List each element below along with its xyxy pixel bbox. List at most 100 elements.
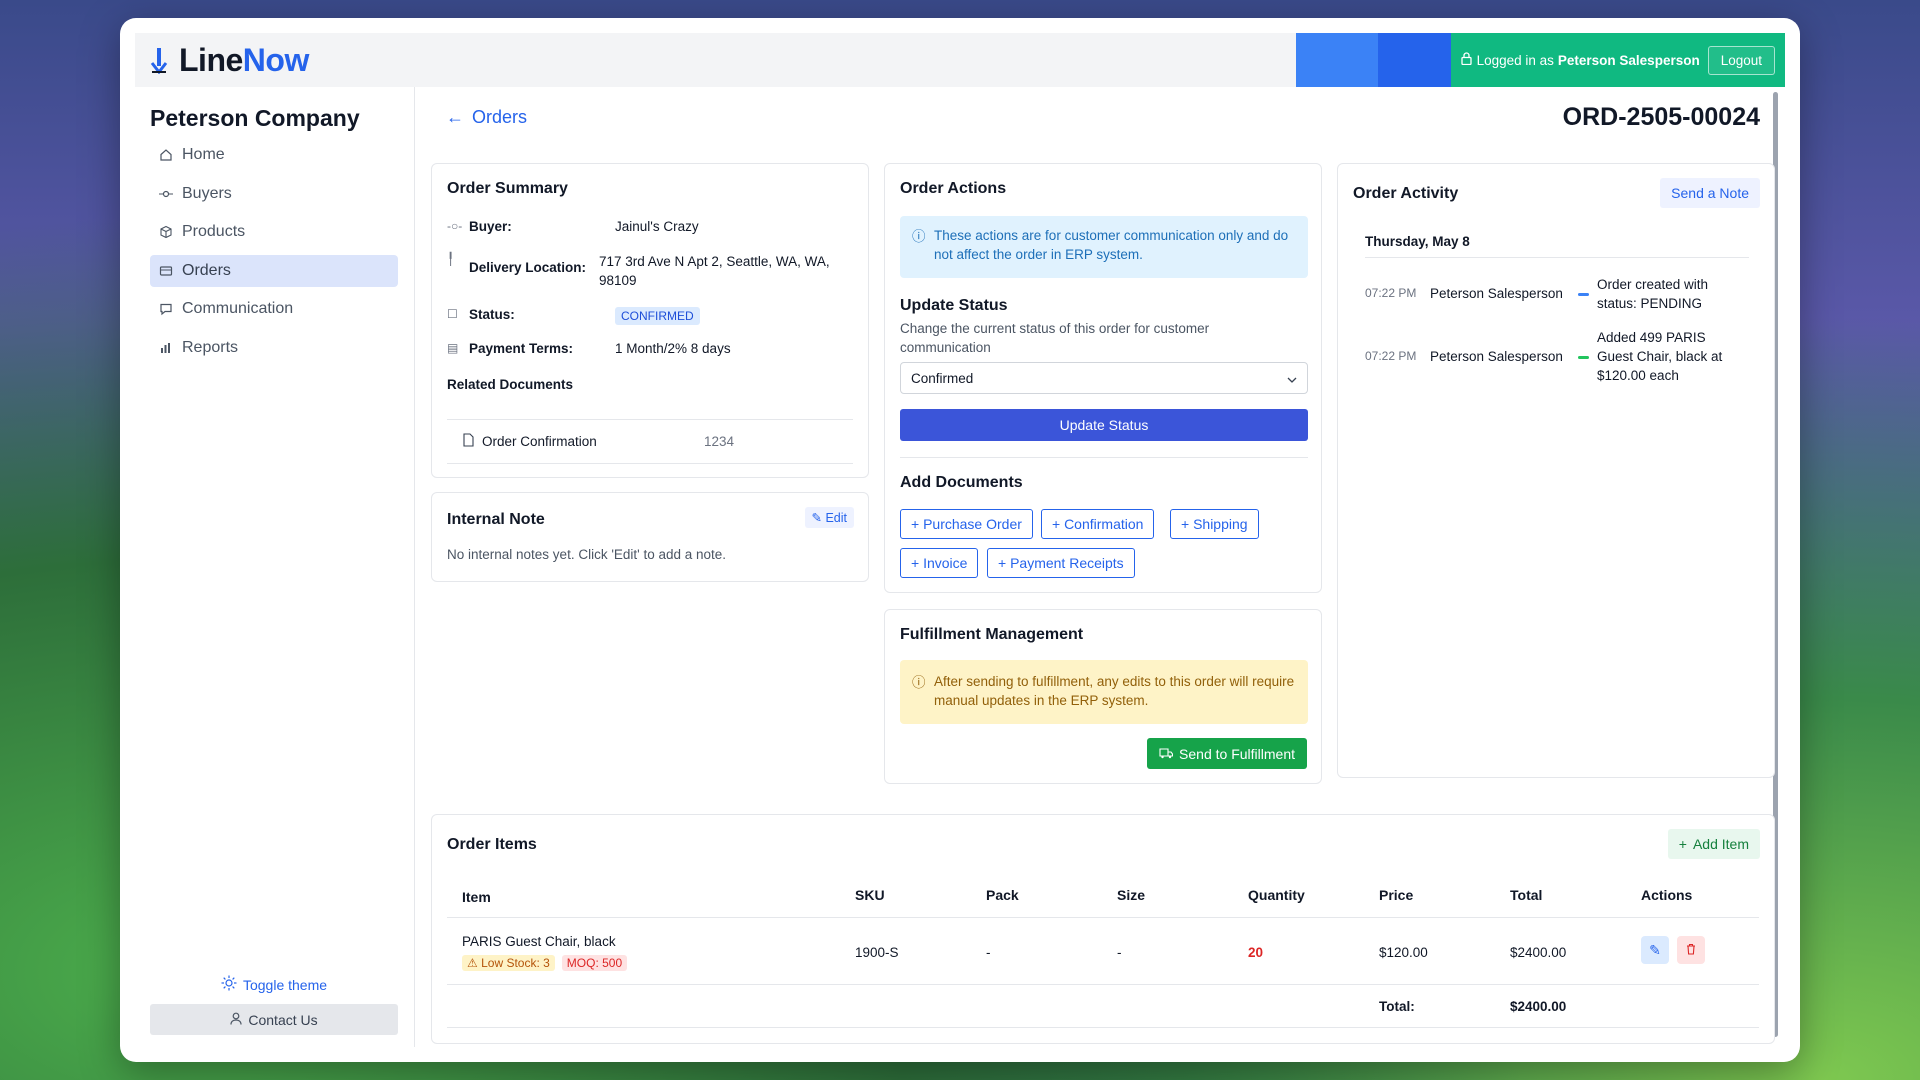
- user-icon: [230, 1012, 242, 1028]
- checkbox-icon: ☐: [447, 307, 458, 321]
- order-activity-title: Order Activity: [1353, 185, 1459, 202]
- item-sku: 1900-S: [855, 945, 899, 960]
- home-icon: [158, 147, 174, 163]
- document-icon: ▤: [447, 341, 459, 355]
- location-label: Delivery Location:: [469, 260, 587, 275]
- sidebar-item-home[interactable]: Home: [150, 139, 398, 171]
- main-content: ← Orders ORD-2505-00024 Order Summary -○-…: [416, 87, 1786, 1062]
- divider: [447, 1027, 1759, 1028]
- activity-text: Order created with status: PENDING: [1597, 277, 1709, 311]
- chart-icon: [158, 340, 174, 356]
- add-item-button[interactable]: + Add Item: [1667, 829, 1760, 859]
- company-name: Peterson Company: [150, 105, 360, 131]
- delete-item-button[interactable]: [1677, 936, 1705, 964]
- warning-icon: ⚠: [467, 956, 482, 970]
- sun-icon: [221, 975, 237, 994]
- total-label: Total:: [1379, 999, 1415, 1014]
- status-row: ☐ Status: CONFIRMED: [447, 307, 700, 325]
- column-header-size: Size: [1117, 887, 1146, 903]
- low-stock-badge: ⚠ Low Stock: 3: [462, 955, 555, 971]
- buyer-icon: -○-: [447, 219, 463, 233]
- activity-time: 07:22 PM: [1365, 349, 1417, 363]
- sidebar-item-label: Orders: [182, 261, 231, 279]
- add-invoice-button[interactable]: + Invoice: [900, 548, 979, 578]
- edit-label: Edit: [825, 511, 847, 525]
- divider: [1365, 257, 1749, 258]
- chevron-down-icon: [1287, 371, 1297, 386]
- add-payment-receipts-button[interactable]: + Payment Receipts: [987, 548, 1135, 578]
- status-select[interactable]: Confirmed: [900, 362, 1308, 394]
- box-icon: [158, 224, 174, 240]
- status-select-value: Confirmed: [911, 370, 974, 386]
- file-icon: [463, 433, 474, 450]
- contact-us-label: Contact Us: [248, 1011, 318, 1028]
- info-text: These actions are for customer communica…: [934, 228, 1289, 262]
- back-to-orders-link[interactable]: ← Orders: [446, 107, 527, 128]
- buyer-row: -○- Buyer: Jainul's Crazy: [447, 219, 699, 234]
- edit-item-button[interactable]: ✎: [1641, 936, 1669, 964]
- status-badge: CONFIRMED: [615, 307, 700, 325]
- logo[interactable]: Line Now: [145, 42, 309, 79]
- order-actions-card: Order Actions ⓘ These actions are for cus…: [884, 163, 1322, 593]
- item-pack: -: [986, 945, 991, 960]
- orders-icon: [158, 263, 174, 279]
- pin-icon: ╿: [447, 252, 455, 266]
- logout-button[interactable]: Logout: [1707, 45, 1775, 75]
- fulfillment-card: Fulfillment Management ⓘ After sending to…: [884, 609, 1322, 784]
- related-documents-title: Related Documents: [447, 377, 574, 392]
- item-total: $2400.00: [1510, 945, 1567, 960]
- add-shipping-button[interactable]: + Shipping: [1170, 509, 1259, 539]
- sidebar-item-reports[interactable]: Reports: [150, 332, 398, 364]
- trash-icon: [1686, 942, 1696, 958]
- activity-time: 07:22 PM: [1365, 286, 1417, 300]
- update-status-description: Change the current status of this order …: [900, 321, 1210, 355]
- sidebar: Peterson Company Home Buyers Products Or…: [135, 87, 415, 1047]
- contact-us-button[interactable]: Contact Us: [150, 1004, 398, 1035]
- header-block: [1377, 33, 1451, 87]
- column-header-actions: Actions: [1641, 887, 1693, 903]
- sidebar-item-label: Buyers: [182, 184, 232, 202]
- terms-value: 1 Month/2% 8 days: [615, 341, 731, 356]
- sidebar-item-orders[interactable]: Orders: [150, 254, 398, 287]
- activity-user: Peterson Salesperson: [1430, 286, 1563, 301]
- order-activity-card: Order Activity Send a Note Thursday, May…: [1337, 163, 1775, 778]
- add-documents-title: Add Documents: [900, 474, 1023, 491]
- document-name: Order Confirmation: [482, 434, 597, 449]
- arrow-left-icon: ←: [446, 107, 464, 127]
- related-document-row[interactable]: Order Confirmation 1234: [447, 419, 853, 464]
- info-banner: ⓘ These actions are for customer communic…: [900, 216, 1308, 278]
- fulfillment-title: Fulfillment Management: [900, 626, 1084, 643]
- pencil-icon: ✎: [1649, 941, 1661, 958]
- send-to-fulfillment-button[interactable]: Send to Fulfillment: [1147, 738, 1307, 769]
- add-purchase-order-button[interactable]: + Purchase Order: [900, 509, 1033, 539]
- sidebar-item-label: Reports: [182, 338, 239, 356]
- activity-date: Thursday, May 8: [1365, 234, 1470, 249]
- order-actions-title: Order Actions: [900, 180, 1007, 197]
- update-status-button[interactable]: Update Status: [900, 409, 1308, 441]
- logo-text-now: Now: [242, 41, 310, 78]
- order-items-card: Order Items + Add Item Item SKU Pack Size…: [431, 814, 1775, 1044]
- activity-indicator: [1578, 356, 1589, 359]
- plus-icon: +: [1678, 836, 1687, 852]
- location-row: ╿ Delivery Location: 717 3rd Ave N Apt 2, …: [447, 252, 849, 290]
- truck-icon: [1159, 746, 1174, 762]
- add-confirmation-button[interactable]: + Confirmation: [1041, 509, 1155, 539]
- logo-arrow-icon: [145, 42, 173, 78]
- sidebar-item-buyers[interactable]: Buyers: [150, 178, 398, 210]
- toggle-theme-button[interactable]: Toggle theme: [150, 975, 398, 994]
- low-stock-label: Low Stock: 3: [481, 956, 550, 970]
- sidebar-item-label: Communication: [182, 300, 294, 317]
- divider: [900, 457, 1308, 458]
- send-note-button[interactable]: Send a Note: [1660, 178, 1760, 208]
- order-summary-card: Order Summary -○- Buyer: Jainul's Crazy ╿ D…: [431, 163, 869, 478]
- top-bar: Line Now Logged in as Peterson Salesperso…: [135, 33, 1785, 87]
- item-quantity[interactable]: 20: [1248, 945, 1263, 960]
- pencil-icon: ✎: [811, 511, 826, 525]
- edit-note-button[interactable]: ✎ Edit: [804, 507, 854, 528]
- item-price: $120.00: [1379, 945, 1428, 960]
- column-header-total: Total: [1510, 887, 1543, 903]
- sidebar-nav: Home Buyers Products Orders Communicatio…: [150, 139, 398, 370]
- sidebar-item-communication[interactable]: Communication: [150, 293, 398, 325]
- sidebar-item-products[interactable]: Products: [150, 216, 398, 248]
- terms-row: ▤ Payment Terms: 1 Month/2% 8 days: [447, 341, 731, 356]
